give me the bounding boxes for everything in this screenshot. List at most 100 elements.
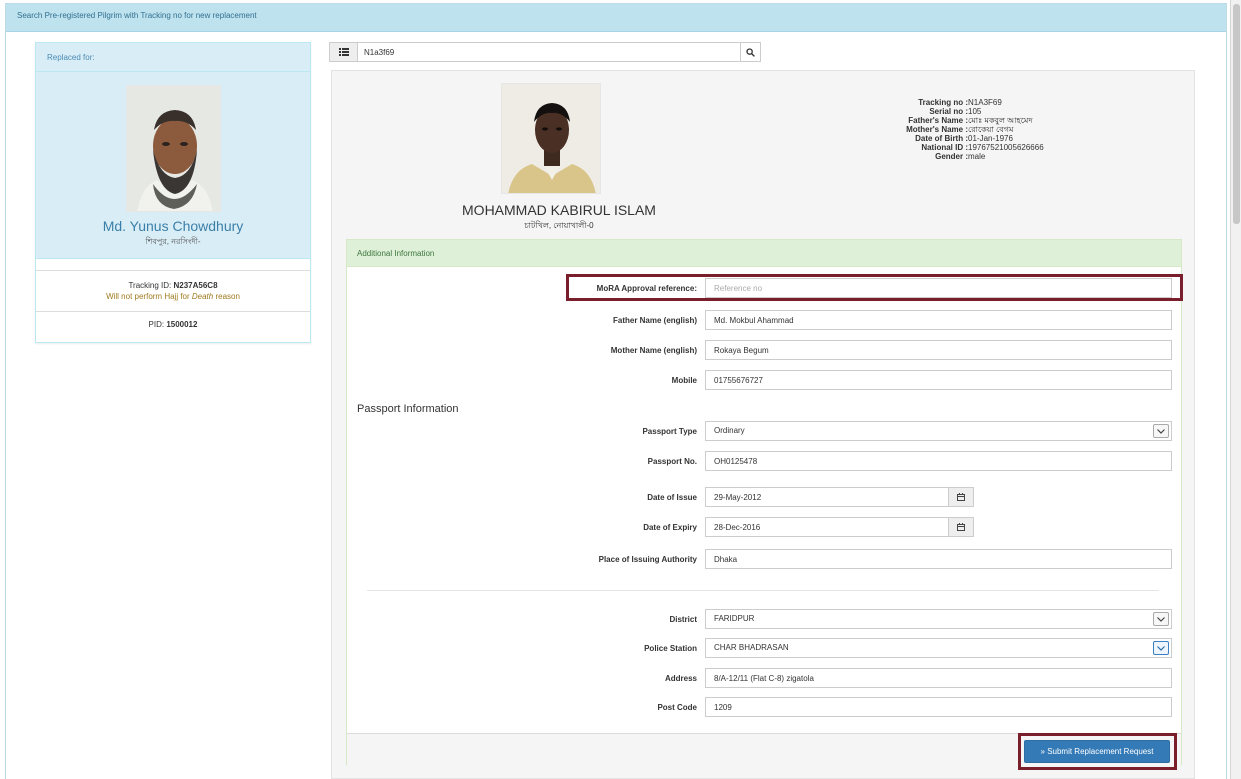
- mobile-label: Mobile: [671, 375, 697, 385]
- passport-type-label: Passport Type: [642, 426, 697, 436]
- chevron-down-icon: [1153, 424, 1169, 438]
- calendar-icon[interactable]: [948, 517, 974, 537]
- police-station-select[interactable]: CHAR BHADRASAN: [705, 638, 1172, 658]
- police-station-label: Police Station: [644, 643, 697, 653]
- tracking-id-value: N237A56C8: [173, 281, 218, 290]
- replaced-photo-zone: Md. Yunus Chowdhury শিবপুর, নরসিংদী-: [36, 72, 310, 259]
- pilgrim-panel: MOHAMMAD KABIRUL ISLAM চাটখিল, নোয়াখালী…: [331, 70, 1195, 779]
- replaced-pilgrim-address: শিবপুর, নরসিংদী-: [145, 237, 201, 246]
- passport-section-title: Passport Information: [357, 403, 459, 415]
- detail-row: Serial no :105: [794, 107, 1094, 116]
- passport-no-label: Passport No.: [647, 456, 697, 466]
- scrollbar-thumb[interactable]: [1233, 4, 1240, 224]
- reason-value: Death: [191, 292, 214, 301]
- expiry-date-row: Date of Expiry: [347, 517, 697, 537]
- reason-suffix: reason: [213, 292, 240, 301]
- district-row: District: [347, 609, 697, 629]
- district-select[interactable]: FARIDPUR: [705, 609, 1172, 629]
- additional-info-panel: Additional Information MoRA Approval ref…: [346, 239, 1182, 766]
- authority-row: Place of Issuing Authority: [347, 549, 697, 569]
- replaced-pilgrim-name: Md. Yunus Chowdhury: [102, 218, 244, 234]
- mother-name-label: Mother Name (english): [610, 345, 697, 355]
- detail-value: 01-Jan-1976: [968, 134, 1013, 143]
- pid-label: PID:: [148, 320, 167, 329]
- replacement-reason: Will not perform Hajj for Death reason: [36, 292, 310, 301]
- replaced-for-card: Replaced for: Md. Yunus Chowdhury শিবপুর…: [35, 42, 311, 343]
- detail-label: Tracking no :: [918, 98, 968, 107]
- authority-label: Place of Issuing Authority: [598, 554, 697, 564]
- tracking-id-label: Tracking ID:: [128, 281, 174, 290]
- pid-value: 1500012: [166, 320, 198, 329]
- passport-no-row: Passport No.: [347, 451, 697, 471]
- mobile-input[interactable]: [705, 370, 1172, 390]
- additional-info-heading: Additional Information: [347, 240, 1181, 267]
- detail-row: Gender : male: [794, 152, 1094, 161]
- replaced-pilgrim-photo: [126, 85, 221, 212]
- pilgrim-details: Tracking no : N1A3F69 Serial no :105 Fath…: [794, 98, 1094, 161]
- pid-info: PID: 1500012: [36, 312, 310, 340]
- police-station-row: Police Station: [347, 638, 697, 658]
- address-label: Address: [664, 673, 697, 683]
- police-station-value: CHAR BHADRASAN: [714, 643, 789, 652]
- father-name-label: Father Name (english): [612, 315, 697, 325]
- search-icon: [746, 47, 755, 57]
- father-row: Father Name (english): [347, 310, 697, 330]
- detail-row: Tracking no : N1A3F69: [794, 98, 1094, 107]
- passport-type-row: Passport Type: [347, 421, 697, 441]
- passport-type-select[interactable]: Ordinary: [705, 421, 1172, 441]
- detail-label: Date of Birth :: [915, 134, 968, 143]
- mother-name-input[interactable]: [705, 340, 1172, 360]
- tracking-search: [329, 42, 761, 62]
- expiry-date-label: Date of Expiry: [643, 522, 697, 532]
- reason-prefix: Will not perform Hajj for: [106, 292, 192, 301]
- detail-value: 105: [968, 107, 982, 116]
- mora-reference-input[interactable]: [705, 278, 1172, 298]
- mobile-row: Mobile: [347, 370, 697, 390]
- mora-row: MoRA Approval reference:: [347, 278, 697, 298]
- pilgrim-name: MOHAMMAD KABIRUL ISLAM: [462, 202, 656, 218]
- replaced-for-heading: Replaced for:: [36, 43, 310, 72]
- father-name-input[interactable]: [705, 310, 1172, 330]
- district-value: FARIDPUR: [714, 614, 755, 623]
- pilgrim-photo: [501, 83, 601, 194]
- passport-no-input[interactable]: [705, 451, 1172, 471]
- district-label: District: [669, 614, 697, 624]
- detail-label: National ID :: [921, 143, 968, 152]
- panel-header: Search Pre-registered Pilgrim with Track…: [6, 4, 1226, 32]
- list-icon: [330, 43, 358, 61]
- post-code-row: Post Code: [347, 697, 697, 717]
- detail-row: Father's Name : মোঃ মকবুল আহমেদ: [794, 116, 1094, 125]
- post-code-label: Post Code: [657, 702, 697, 712]
- pilgrim-address: চাটখিল, নোয়াখালী-0: [524, 221, 594, 230]
- detail-label: Gender :: [935, 152, 968, 161]
- passport-type-value: Ordinary: [714, 426, 745, 435]
- chevron-down-icon: [1153, 641, 1169, 655]
- section-divider: [367, 590, 1159, 591]
- tracking-id-line: Tracking ID: N237A56C8: [36, 281, 310, 290]
- scrollbar[interactable]: [1230, 0, 1241, 779]
- tracking-info: Tracking ID: N237A56C8 Will not perform …: [36, 270, 310, 312]
- address-input[interactable]: [705, 668, 1172, 688]
- issue-date-input[interactable]: [705, 487, 949, 507]
- search-button[interactable]: [740, 43, 760, 61]
- address-row: Address: [347, 668, 697, 688]
- expiry-date-input[interactable]: [705, 517, 949, 537]
- issue-date-label: Date of Issue: [647, 492, 697, 502]
- mora-label: MoRA Approval reference:: [596, 283, 697, 293]
- detail-value: রোকেয়া বেগম: [968, 125, 1014, 134]
- detail-label: Father's Name :: [908, 116, 968, 125]
- detail-row: Mother's Name : রোকেয়া বেগম: [794, 125, 1094, 134]
- tracking-search-input[interactable]: [358, 43, 740, 61]
- detail-value: N1A3F69: [968, 98, 1002, 107]
- calendar-icon[interactable]: [948, 487, 974, 507]
- post-code-input[interactable]: [705, 697, 1172, 717]
- detail-value: মোঃ মকবুল আহমেদ: [968, 116, 1033, 125]
- detail-value: 19767521005626666: [968, 143, 1044, 152]
- submit-replacement-button[interactable]: » Submit Replacement Request: [1024, 740, 1170, 763]
- issue-date-row: Date of Issue: [347, 487, 697, 507]
- mother-row: Mother Name (english): [347, 340, 697, 360]
- detail-value: male: [968, 152, 986, 161]
- chevron-down-icon: [1153, 612, 1169, 626]
- detail-row: National ID :19767521005626666: [794, 143, 1094, 152]
- issuing-authority-input[interactable]: [705, 549, 1172, 569]
